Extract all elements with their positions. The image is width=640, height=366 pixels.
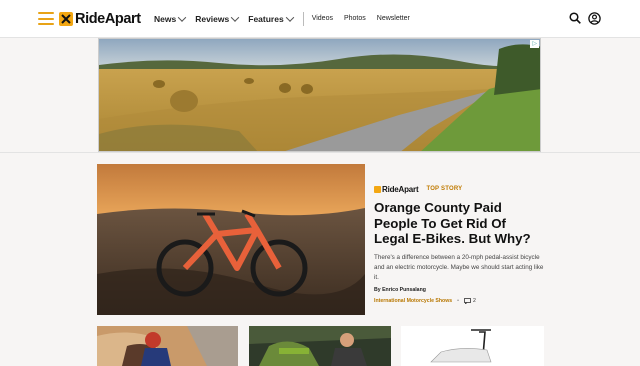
comment-count[interactable]: 2	[473, 298, 476, 304]
top-story-tag: TOP STORY	[426, 186, 463, 192]
nav-photos[interactable]: Photos	[344, 15, 366, 22]
e-bike-photo	[97, 164, 365, 315]
account-icon[interactable]	[588, 12, 601, 25]
nav-newsletter[interactable]: Newsletter	[377, 15, 410, 22]
nav-news[interactable]: News	[154, 12, 187, 24]
main-nav: News Reviews Features Videos Photos News…	[154, 0, 421, 37]
story-card-2[interactable]	[249, 326, 391, 366]
chevron-down-icon	[177, 12, 187, 22]
logo-text: RideApart	[75, 11, 141, 27]
story-card-1[interactable]	[97, 326, 238, 366]
site-header: RideApart News Reviews Features Videos P…	[0, 0, 640, 38]
chevron-down-icon	[231, 12, 240, 22]
chevron-down-icon	[285, 12, 294, 22]
brand-logo-text: RideApart	[382, 184, 419, 194]
search-icon[interactable]	[569, 12, 581, 24]
logo-mark-icon	[374, 185, 381, 193]
mechanic-photo	[249, 326, 391, 366]
comment-icon[interactable]	[464, 298, 471, 305]
top-story-headline[interactable]: Orange County Paid People To Get Rid Of …	[374, 200, 544, 247]
ad-choices-badge[interactable]: ▷	[530, 40, 539, 48]
top-story: RideApart TOP STORY Orange County Paid P…	[374, 184, 544, 305]
ad-banner[interactable]: ▷	[98, 38, 541, 152]
separator: •	[457, 298, 459, 305]
story-footer: International Motorcycle Shows • 2	[374, 298, 544, 305]
brand-logo: RideApart	[374, 184, 419, 194]
byline-prefix: By	[374, 287, 381, 294]
nav-reviews-label: Reviews	[195, 13, 230, 24]
site-logo[interactable]: RideApart	[59, 10, 141, 28]
story-meta: RideApart TOP STORY	[374, 184, 544, 194]
nav-divider	[302, 11, 304, 26]
section-divider	[0, 152, 640, 153]
nav-news-label: News	[154, 13, 177, 24]
author-link[interactable]: Enrico Punsalang	[382, 287, 426, 293]
ad-landscape-image	[99, 39, 540, 151]
story-card-3[interactable]	[401, 326, 544, 366]
nav-reviews[interactable]: Reviews	[195, 12, 240, 24]
category-link[interactable]: International Motorcycle Shows	[374, 298, 452, 304]
nav-features[interactable]: Features	[248, 12, 294, 24]
scooter-photo	[401, 326, 544, 366]
top-story-image[interactable]	[97, 164, 365, 315]
menu-icon[interactable]	[38, 12, 54, 25]
rally-rider-photo	[97, 326, 238, 366]
top-story-dek: There's a difference between a 20-mph pe…	[374, 253, 544, 282]
logo-mark-icon	[59, 12, 73, 26]
nav-features-label: Features	[248, 13, 284, 24]
byline: By Enrico Punsalang	[374, 287, 544, 293]
nav-videos[interactable]: Videos	[312, 15, 333, 22]
